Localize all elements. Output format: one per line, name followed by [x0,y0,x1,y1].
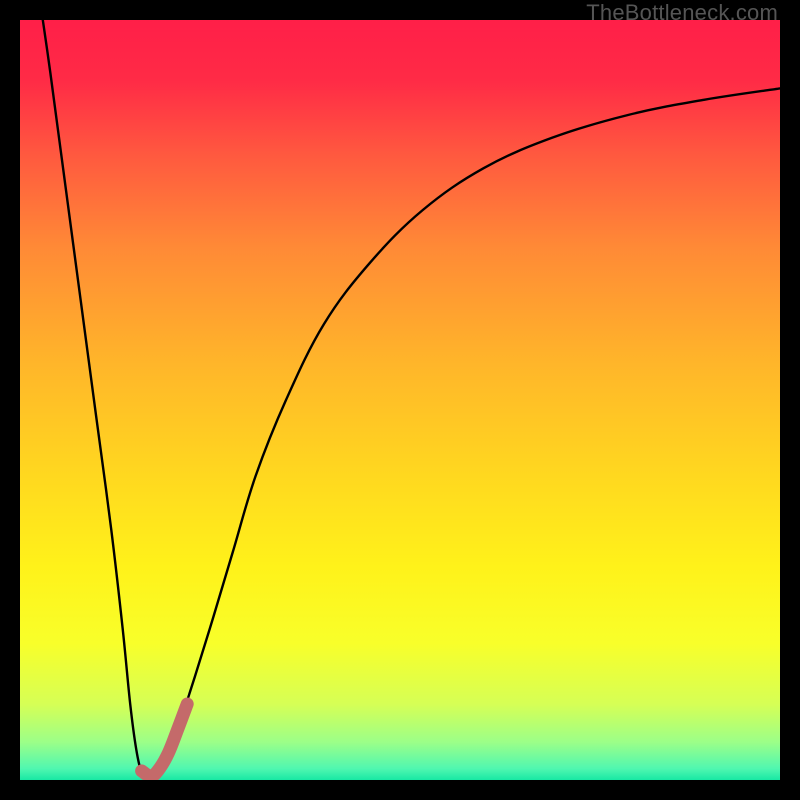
plot-area [20,20,780,780]
watermark-label: TheBottleneck.com [586,0,778,26]
gradient-background [20,20,780,780]
chart-svg [20,20,780,780]
chart-frame: TheBottleneck.com [0,0,800,800]
